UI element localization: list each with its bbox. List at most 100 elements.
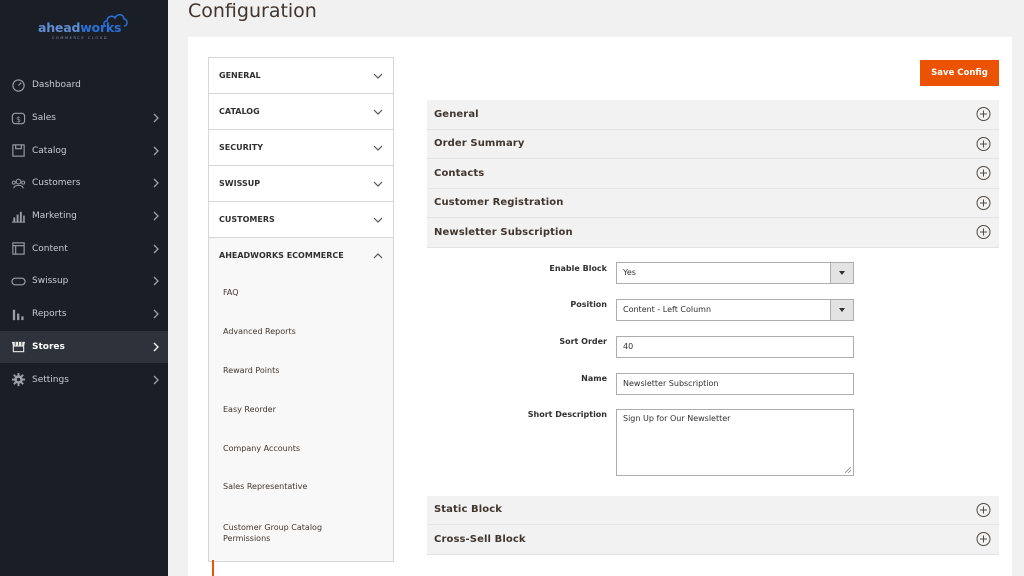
name-label: Name	[581, 373, 607, 383]
tab-aheadworks-items: FAQ Advanced Reports Reward Points Easy …	[208, 273, 394, 562]
tab-item-advanced-reports[interactable]: Advanced Reports	[209, 312, 393, 351]
users-icon	[10, 175, 26, 191]
section-cross-sell-block[interactable]: Cross-Sell Block	[427, 525, 999, 555]
dropdown-arrow-icon	[830, 262, 853, 283]
save-config-button[interactable]: Save Config	[920, 60, 999, 86]
tab-label: SWISSUP	[219, 179, 261, 188]
sidebar-item-swissup[interactable]: Swissup	[0, 265, 168, 298]
sidebar-item-dashboard[interactable]: Dashboard	[0, 69, 168, 102]
chevron-right-icon	[153, 244, 159, 254]
enable-block-value: Yes	[623, 268, 636, 277]
chevron-right-icon	[153, 277, 159, 286]
chevron-up-icon	[373, 252, 383, 258]
sidebar-item-label: Sales	[32, 113, 56, 124]
svg-text:$: $	[16, 114, 21, 123]
tab-general[interactable]: GENERAL	[208, 57, 394, 93]
sidebar-item-label: Marketing	[32, 211, 77, 222]
section-title: Customer Registration	[434, 197, 564, 209]
gear-icon	[10, 372, 26, 388]
chevron-right-icon	[153, 146, 159, 156]
expand-plus-icon	[976, 107, 991, 122]
chevron-down-icon	[373, 109, 383, 115]
sidebar-item-stores[interactable]: Stores	[0, 330, 168, 364]
sidebar-item-settings[interactable]: Settings	[0, 363, 168, 396]
expand-plus-icon	[976, 532, 991, 547]
expand-plus-icon	[976, 136, 991, 151]
tab-item-company-accounts[interactable]: Company Accounts	[209, 429, 393, 468]
logo-wordmark: aheadworks	[38, 20, 121, 35]
section-newsletter-subscription[interactable]: Newsletter Subscription	[427, 218, 999, 248]
chevron-right-icon	[153, 211, 159, 221]
config-tabs: GENERAL CATALOG SECURITY SWISSUP CUSTOME…	[208, 57, 394, 562]
tab-item-easy-reorder[interactable]: Easy Reorder	[209, 390, 393, 429]
logo-word-works: works	[80, 20, 122, 35]
chevron-down-icon	[373, 73, 383, 79]
sidebar-item-catalog[interactable]: Catalog	[0, 134, 168, 167]
section-customer-registration[interactable]: Customer Registration	[427, 188, 999, 218]
logo-tagline: COMMERCE CLOUD	[52, 36, 109, 40]
aheadworks-logo[interactable]: aheadworks COMMERCE CLOUD	[38, 10, 130, 42]
sidebar-item-reports[interactable]: Reports	[0, 298, 168, 331]
expand-plus-icon	[976, 225, 991, 240]
section-title: Static Block	[434, 504, 503, 516]
layout-icon	[10, 241, 26, 257]
enable-block-select[interactable]: Yes	[616, 261, 854, 284]
chevron-down-icon	[373, 217, 383, 223]
reports-icon	[10, 306, 26, 322]
newsletter-subscription-form: Enable Block Yes Position Content - Left…	[427, 247, 999, 496]
sidebar-item-marketing[interactable]: Marketing	[0, 200, 168, 233]
active-item-indicator	[212, 560, 214, 576]
tab-label: SECURITY	[219, 143, 263, 152]
chevron-right-icon	[153, 375, 159, 384]
tab-item-customer-group-catalog-permissions[interactable]: Customer Group Catalog Permissions	[209, 506, 349, 554]
tab-item-faq[interactable]: FAQ	[209, 273, 393, 312]
config-sections: General Order Summary Contacts Customer …	[427, 100, 999, 555]
section-title: Newsletter Subscription	[434, 226, 573, 238]
section-order-summary[interactable]: Order Summary	[427, 129, 999, 159]
tab-item-sales-representative[interactable]: Sales Representative	[209, 467, 393, 506]
dropdown-arrow-icon	[830, 299, 853, 320]
tab-aheadworks-ecommerce[interactable]: AHEADWORKS ECOMMERCE	[208, 237, 394, 273]
dollar-icon: $	[10, 110, 26, 126]
sidebar-item-sales[interactable]: $ Sales	[0, 102, 168, 135]
sidebar-item-label: Catalog	[32, 145, 67, 156]
bar-chart-icon	[10, 208, 26, 224]
config-panel: GENERAL CATALOG SECURITY SWISSUP CUSTOME…	[188, 37, 1012, 576]
sidebar-item-content[interactable]: Content	[0, 232, 168, 265]
tab-customers[interactable]: CUSTOMERS	[208, 201, 394, 237]
position-select[interactable]: Content - Left Column	[616, 298, 854, 321]
resize-handle-icon[interactable]	[845, 466, 851, 473]
sidebar-item-label: Settings	[32, 374, 69, 385]
sidebar-nav: Dashboard $ Sales Catalog Customers Mark…	[0, 69, 168, 396]
sidebar-item-customers[interactable]: Customers	[0, 167, 168, 200]
section-title: Cross-Sell Block	[434, 533, 526, 545]
section-title: Order Summary	[434, 138, 525, 150]
tab-swissup[interactable]: SWISSUP	[208, 165, 394, 201]
section-static-block[interactable]: Static Block	[427, 495, 999, 525]
position-value: Content - Left Column	[623, 305, 712, 314]
chevron-right-icon	[153, 113, 159, 123]
chevron-right-icon	[153, 178, 159, 188]
short-description-textarea[interactable]: Sign Up for Our Newsletter	[616, 408, 854, 476]
chevron-right-icon	[153, 342, 159, 352]
tab-security[interactable]: SECURITY	[208, 129, 394, 165]
sidebar-item-label: Stores	[32, 341, 65, 352]
box-icon	[10, 143, 26, 159]
name-input[interactable]: Newsletter Subscription	[616, 372, 854, 395]
store-icon	[10, 339, 26, 355]
tab-catalog[interactable]: CATALOG	[208, 93, 394, 129]
section-title: General	[434, 108, 479, 120]
logo-word-ahead: ahead	[38, 20, 81, 35]
swissup-icon	[10, 273, 26, 289]
section-general[interactable]: General	[427, 100, 999, 130]
section-title: Contacts	[434, 167, 485, 179]
tab-item-reward-points[interactable]: Reward Points	[209, 351, 393, 390]
section-contacts[interactable]: Contacts	[427, 159, 999, 189]
position-label: Position	[570, 299, 607, 309]
dashboard-icon	[10, 77, 26, 93]
tab-label: CUSTOMERS	[219, 215, 275, 224]
expand-plus-icon	[976, 502, 991, 517]
chevron-down-icon	[373, 145, 383, 151]
sort-order-input[interactable]: 40	[616, 335, 854, 358]
sidebar-item-label: Customers	[32, 178, 81, 189]
